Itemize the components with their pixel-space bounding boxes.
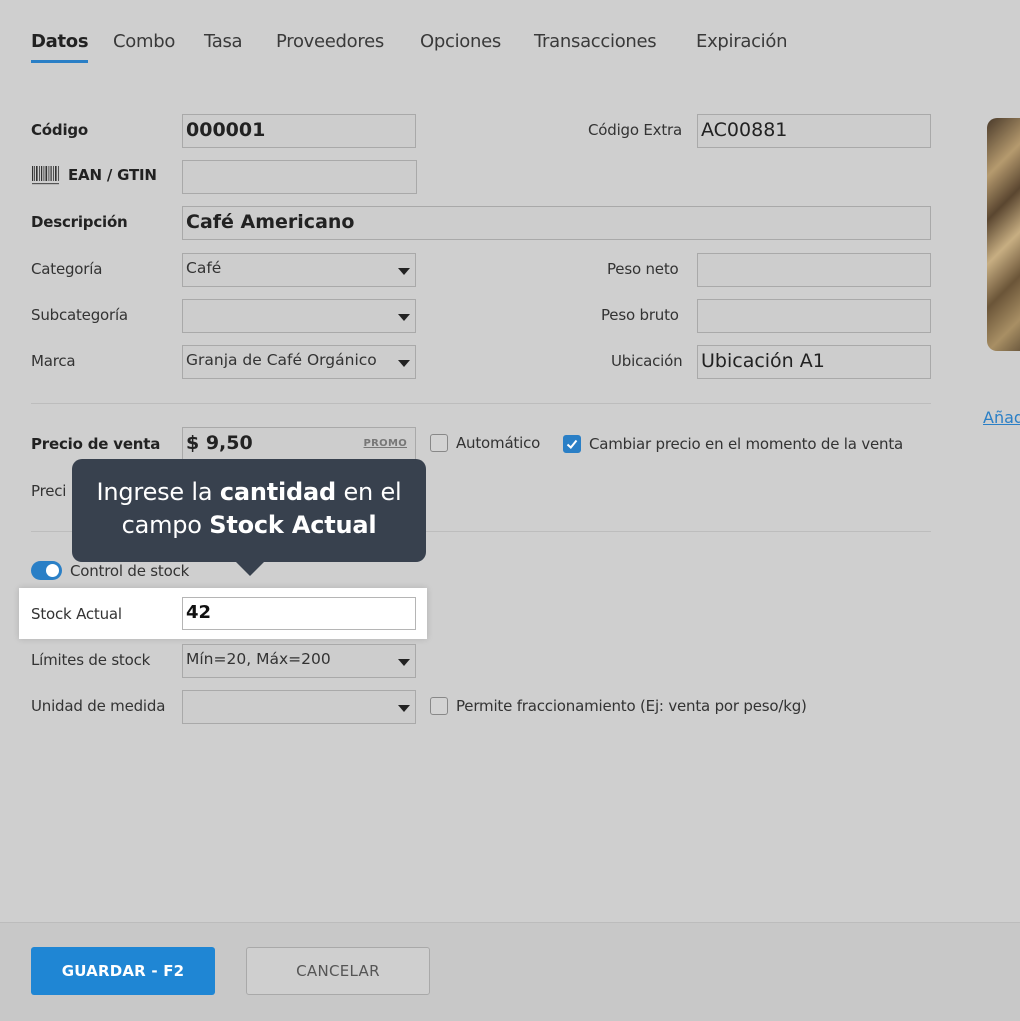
promo-link[interactable]: PROMO [364,438,407,449]
peso-neto-label: Peso neto [607,260,679,278]
precio-venta-label: Precio de venta [31,435,161,453]
marca-select[interactable]: Granja de Café Orgánico [182,345,416,379]
add-image-link[interactable]: Añad [983,408,1020,427]
fraccionamiento-checkbox[interactable] [430,697,448,715]
peso-bruto-input[interactable] [697,299,931,333]
tab-proveedores[interactable]: Proveedores [276,31,384,52]
subcategoria-select[interactable] [182,299,416,333]
tab-transacciones[interactable]: Transacciones [534,31,657,52]
ubicacion-label: Ubicación [611,352,683,370]
limites-stock-value: Mín=20, Máx=200 [186,650,331,668]
precio-venta-input[interactable]: $ 9,50 PROMO [182,427,416,461]
codigo-extra-label: Código Extra [588,121,683,139]
fraccionamiento-label: Permite fraccionamiento (Ej: venta por p… [456,697,807,715]
cancel-button[interactable]: CANCELAR [246,947,430,995]
save-button[interactable]: GUARDAR - F2 [31,947,215,995]
peso-neto-input[interactable] [697,253,931,287]
unidad-medida-select[interactable] [182,690,416,724]
control-stock-label: Control de stock [70,562,190,580]
automatico-checkbox[interactable] [430,434,448,452]
marca-value: Granja de Café Orgánico [186,351,377,369]
precio-partial-label: Preci [31,482,67,500]
section-divider [31,403,931,404]
codigo-label: Código [31,121,89,139]
tab-combo[interactable]: Combo [113,31,175,52]
subcategoria-label: Subcategoría [31,306,128,324]
stock-actual-label: Stock Actual [31,605,122,623]
ubicacion-input[interactable]: Ubicación A1 [697,345,931,379]
guide-tooltip: Ingrese la cantidad en el campo Stock Ac… [72,459,426,576]
marca-label: Marca [31,352,76,370]
categoria-value: Café [186,259,222,277]
chevron-down-icon [398,314,410,321]
cambiar-precio-label: Cambiar precio en el momento de la venta [589,435,904,453]
cambiar-precio-checkbox[interactable] [563,435,581,453]
limites-stock-select[interactable]: Mín=20, Máx=200 [182,644,416,678]
limites-stock-label: Límites de stock [31,651,151,669]
codigo-input[interactable]: 000001 [182,114,416,148]
descripcion-label: Descripción [31,213,128,231]
tooltip-arrow [235,561,265,576]
tab-opciones[interactable]: Opciones [420,31,501,52]
stock-actual-input[interactable]: 42 [182,597,416,630]
unidad-medida-label: Unidad de medida [31,697,166,715]
categoria-label: Categoría [31,260,103,278]
checkmark-icon [566,439,578,449]
ean-label: EAN / GTIN [68,166,157,184]
precio-venta-value: $ 9,50 [186,432,253,454]
stock-actual-highlight: Stock Actual 42 [19,588,427,639]
tab-tasa[interactable]: Tasa [204,31,243,52]
chevron-down-icon [398,360,410,367]
tooltip-bold-2: Stock Actual [209,511,377,539]
product-image [987,118,1020,351]
active-tab-indicator [31,60,88,63]
chevron-down-icon [398,659,410,666]
tab-datos[interactable]: Datos [31,31,89,52]
categoria-select[interactable]: Café [182,253,416,287]
automatico-label: Automático [456,434,541,452]
ean-input[interactable] [182,160,417,194]
control-stock-toggle[interactable] [31,561,62,580]
tooltip-bold-1: cantidad [219,478,337,506]
toggle-knob [46,564,59,577]
chevron-down-icon [398,705,410,712]
tab-expiracion[interactable]: Expiración [696,31,788,52]
peso-bruto-label: Peso bruto [601,306,679,324]
codigo-extra-input[interactable]: AC00881 [697,114,931,148]
chevron-down-icon [398,268,410,275]
tooltip-text-1: Ingrese la [96,478,220,506]
barcode-icon [31,166,61,190]
descripcion-input[interactable]: Café Americano [182,206,931,240]
